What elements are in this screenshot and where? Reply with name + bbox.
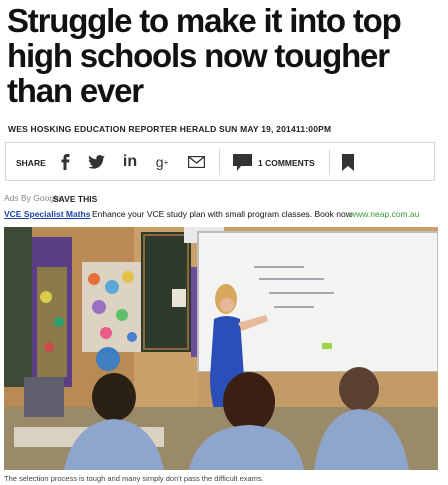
article-byline: WES HOSKING EDUCATION REPORTER HERALD SU… [8,124,332,134]
comment-icon[interactable] [232,151,252,173]
ad-url[interactable]: www.neap.com.au [350,209,419,219]
ads-by-google: Ads By Google SAVE THIS [4,193,97,204]
google-plus-icon[interactable]: g + [152,151,172,173]
twitter-icon[interactable] [86,151,106,173]
article-headline: Struggle to make it into top high school… [7,3,443,108]
photo-caption: The selection process is tough and many … [4,474,264,483]
save-this-button[interactable]: SAVE THIS [53,194,97,204]
comments-count[interactable]: 1 COMMENTS [258,158,315,168]
email-icon[interactable] [186,151,206,173]
headline-line: Struggle to make it into top [7,2,402,39]
classroom-photo [4,227,438,470]
share-label: SHARE [16,158,46,168]
ad-text: Enhance your VCE study plan with small p… [92,209,352,219]
divider [329,149,330,175]
share-bar: SHARE in g + 1 COMMENTS [5,142,435,181]
article-photo [4,227,438,470]
ad-link[interactable]: VCE Specialist Maths [4,209,90,219]
divider [219,149,220,175]
linkedin-icon[interactable]: in [120,151,140,173]
facebook-icon[interactable] [58,151,72,173]
headline-line: high schools now tougher [7,37,390,74]
ad-row: VCE Specialist Maths Enhance your VCE st… [4,209,419,219]
bookmark-icon[interactable] [340,151,356,173]
headline-line: than ever [7,72,144,109]
